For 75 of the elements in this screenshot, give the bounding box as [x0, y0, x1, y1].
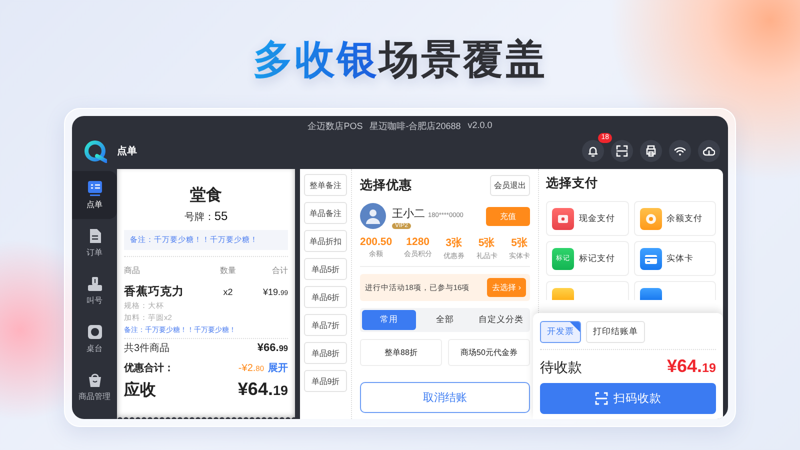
- stat-value: 3张: [446, 236, 462, 250]
- cloud-button[interactable]: [698, 140, 720, 162]
- window-title: v2.0.0: [468, 120, 492, 132]
- coupon-card[interactable]: 商场50元代金券: [448, 339, 530, 366]
- item-quantity: x2: [222, 286, 234, 296]
- column-header: 商品: [124, 265, 141, 276]
- item-name: 香蕉巧克力: [124, 284, 185, 299]
- window-title: 星迈咖啡-合肥店20688: [370, 120, 461, 132]
- app-logo: [82, 138, 106, 162]
- scan-pay-button[interactable]: 扫码收款: [540, 383, 716, 414]
- coupon-card[interactable]: 整单88折: [360, 339, 442, 366]
- member-name: 王小二: [392, 208, 425, 220]
- sidebar-item[interactable]: 点单: [72, 171, 117, 219]
- logout-button[interactable]: 会员退出: [490, 175, 530, 196]
- quick-action-button[interactable]: 单品备注: [304, 202, 347, 224]
- bell-icon: [587, 144, 599, 156]
- scan-button[interactable]: [611, 140, 633, 162]
- quick-action-button[interactable]: 单品9折: [304, 370, 347, 392]
- sidebar-item[interactable]: 商品管理: [72, 363, 117, 411]
- stat-value: 5张: [511, 236, 528, 250]
- scan-icon: [594, 392, 608, 405]
- amount-due-label: 应收: [124, 380, 156, 401]
- quick-action-button[interactable]: 单品7折: [304, 314, 347, 336]
- order-number: 55: [214, 209, 228, 223]
- wifi-icon: [674, 144, 686, 156]
- headline: 多收银场景覆盖: [253, 37, 547, 84]
- tab[interactable]: 全部: [418, 310, 472, 330]
- quick-action-button[interactable]: 单品8折: [304, 342, 347, 364]
- quick-action-button[interactable]: 单品6折: [304, 286, 347, 308]
- subtotal: ¥66.99: [257, 342, 288, 354]
- person-icon: [365, 208, 381, 224]
- sidebar-item[interactable]: 订单: [72, 219, 117, 267]
- payment-method[interactable]: 余额支付: [634, 201, 716, 236]
- scan-icon: [616, 144, 628, 156]
- sidebar-item[interactable]: 桌台: [72, 315, 117, 363]
- page-title: 点单: [117, 144, 138, 158]
- tab[interactable]: 自定义分类: [474, 310, 528, 330]
- stat-value: 1280: [406, 236, 430, 248]
- printer-icon: [645, 144, 657, 156]
- cloud-icon: [703, 144, 715, 156]
- list-icon: [86, 180, 102, 196]
- expand-link[interactable]: 展开: [268, 363, 288, 374]
- notification-button[interactable]: [582, 140, 604, 162]
- table-icon: [86, 324, 102, 340]
- checkout-option[interactable]: 开发票: [540, 321, 581, 343]
- quick-action-button[interactable]: 单品5折: [304, 258, 347, 280]
- discount-label: 优惠合计：: [124, 362, 174, 375]
- checkout-option[interactable]: 打印结账单: [586, 321, 645, 343]
- quick-action-button[interactable]: 单品折扣: [304, 230, 347, 252]
- stat-value: 5张: [478, 236, 496, 250]
- payment-method[interactable]: 实体卡: [634, 241, 716, 276]
- column-header: 数量: [219, 265, 237, 276]
- panel-title: 选择优惠: [360, 177, 412, 194]
- item-count: 共3件商品: [124, 342, 170, 355]
- payment-method[interactable]: [634, 281, 716, 300]
- dine-type: 堂食: [189, 186, 223, 206]
- panel-title: 选择支付: [546, 175, 599, 192]
- sidebar-item[interactable]: 叫号: [72, 267, 117, 315]
- wifi-button[interactable]: [669, 140, 691, 162]
- window-title: 企迈数店POS: [308, 120, 363, 132]
- payment-icon: [552, 288, 574, 300]
- stat-value: 200.50: [360, 236, 392, 248]
- amount-due: ¥64.19: [238, 379, 288, 400]
- tab[interactable]: 常用: [362, 310, 416, 330]
- basket-icon: [86, 372, 102, 388]
- pending-label: 待收款: [540, 359, 582, 377]
- payment-icon: [640, 288, 662, 300]
- print-button[interactable]: [640, 140, 662, 162]
- number-label: 号牌：: [184, 212, 214, 223]
- coin-icon: [644, 212, 658, 226]
- quick-action-button[interactable]: 整单备注: [304, 174, 347, 196]
- column-header: 合计: [271, 265, 288, 276]
- payment-method[interactable]: 现金支付: [546, 201, 628, 236]
- cancel-checkout-button[interactable]: 取消结账: [360, 382, 530, 413]
- pending-amount: ¥64.19: [666, 356, 716, 377]
